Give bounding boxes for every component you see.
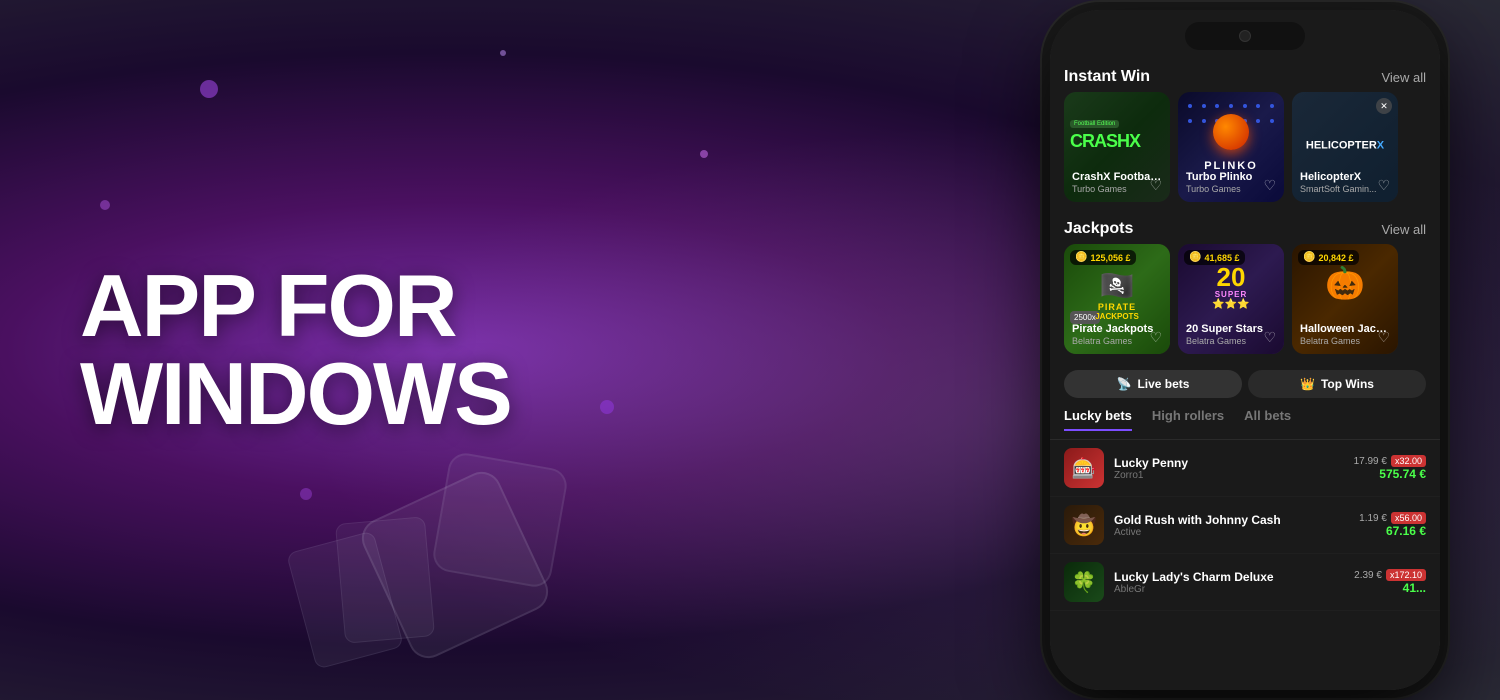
jackpot-cards: 🪙 125,056 £ 🏴‍☠️ PIRATE JACKPOTS 2500x ♡… [1050, 244, 1440, 364]
top-wins-icon: 👑 [1300, 377, 1315, 391]
gold-rush-thumb: 🤠 [1064, 505, 1104, 545]
phone-notch [1185, 22, 1305, 50]
jackpots-header: Jackpots View all [1050, 212, 1440, 244]
halloween-provider: Belatra Games [1300, 336, 1390, 346]
halloween-name: Halloween Jackp... [1300, 323, 1390, 335]
lucky-lady-original: 2.39 € x172.10 [1354, 569, 1426, 581]
superstars-provider: Belatra Games [1186, 336, 1276, 346]
lucky-penny-visual: 🎰 [1064, 448, 1104, 488]
jackpots-title: Jackpots [1064, 220, 1133, 238]
gold-rush-amounts: 1.19 € x56.00 67.16 € [1359, 512, 1426, 538]
instant-win-header: Instant Win View all [1050, 60, 1440, 92]
top-wins-tab[interactable]: 👑 Top Wins [1248, 370, 1426, 398]
gold-rush-player: Active [1114, 527, 1349, 538]
halloween-visual: 🎃 [1292, 264, 1398, 302]
halloween-jackpot-amount: 🪙 20,842 £ [1298, 250, 1359, 265]
gold-rush-original: 1.19 € x56.00 [1359, 512, 1426, 524]
crashx-label: CrashX Football E... Turbo Games [1072, 171, 1162, 194]
lucky-penny-amounts: 17.99 € x32.00 575.74 € [1354, 455, 1426, 481]
live-bets-icon: 📡 [1117, 377, 1132, 391]
gold-rush-win: 67.16 € [1359, 524, 1426, 538]
instant-win-view-all[interactable]: View all [1381, 70, 1426, 85]
pirate-name: Pirate Jackpots [1072, 323, 1162, 335]
lucky-lady-game: Lucky Lady's Charm Deluxe [1114, 570, 1344, 584]
gold-rush-game: Gold Rush with Johnny Cash [1114, 513, 1349, 527]
all-bets-subtab[interactable]: All bets [1244, 408, 1291, 431]
phone-frame: Instant Win View all Football Edition CR… [1050, 10, 1440, 690]
sub-tabs-row: Lucky bets High rollers All bets [1050, 404, 1440, 440]
gold-rush-info: Gold Rush with Johnny Cash Active [1114, 513, 1349, 538]
gold-rush-visual: 🤠 [1064, 505, 1104, 545]
lucky-penny-multiplier: x32.00 [1391, 455, 1426, 467]
helicopterx-text: HELICOPTERX [1306, 140, 1384, 152]
instant-win-cards: Football Edition CRASHX ♡ CrashX Footbal… [1050, 92, 1440, 212]
lucky-lady-win: 41... [1354, 581, 1426, 595]
crashx-logo: CRASHX [1070, 131, 1164, 152]
coin-icon-2: 🪙 [1189, 252, 1201, 263]
bet-row-gold-rush[interactable]: 🤠 Gold Rush with Johnny Cash Active 1.19… [1050, 497, 1440, 554]
phone-mockup: Instant Win View all Football Edition CR… [1050, 10, 1440, 690]
instant-win-title: Instant Win [1064, 68, 1150, 86]
halloween-label: Halloween Jackp... Belatra Games [1300, 323, 1390, 346]
superstars-card[interactable]: 🪙 41,685 £ 20 SUPER ⭐⭐⭐ ♡ 20 Super Stars… [1178, 244, 1284, 354]
lucky-bets-subtab[interactable]: Lucky bets [1064, 408, 1132, 431]
plinko-provider: Turbo Games [1186, 184, 1276, 194]
lucky-lady-multiplier: x172.10 [1386, 569, 1426, 581]
helicopterx-provider: SmartSoft Gamin... [1300, 184, 1390, 194]
crashx-card[interactable]: Football Edition CRASHX ♡ CrashX Footbal… [1064, 92, 1170, 202]
plinko-card[interactable]: PLINKO ♡ Turbo Plinko Turbo Games [1178, 92, 1284, 202]
crashx-badge-area: Football Edition CRASHX [1070, 112, 1164, 152]
helicopterx-label: HelicopterX SmartSoft Gamin... [1300, 171, 1390, 194]
crashx-name: CrashX Football E... [1072, 171, 1162, 183]
lucky-lady-visual: 🍀 [1064, 562, 1104, 602]
halloween-card[interactable]: 🪙 20,842 £ 🎃 ♡ Halloween Jackp... Belatr… [1292, 244, 1398, 354]
pirate-amount: 125,056 £ [1090, 253, 1130, 263]
lucky-penny-win: 575.74 € [1354, 467, 1426, 481]
superstars-amount: 41,685 £ [1204, 253, 1239, 263]
pirate-jackpot-amount: 🪙 125,056 £ [1070, 250, 1136, 265]
helicopterx-close[interactable]: ✕ [1376, 98, 1392, 114]
lucky-penny-original: 17.99 € x32.00 [1354, 455, 1426, 467]
jackpots-view-all[interactable]: View all [1381, 222, 1426, 237]
top-wins-label: Top Wins [1321, 377, 1374, 391]
live-bets-label: Live bets [1137, 377, 1189, 391]
lucky-penny-game: Lucky Penny [1114, 456, 1344, 470]
lucky-lady-player: AbleGr [1114, 584, 1344, 595]
coin-icon: 🪙 [1075, 252, 1087, 263]
bets-tabs-row: 📡 Live bets 👑 Top Wins [1050, 364, 1440, 404]
phone-content: Instant Win View all Football Edition CR… [1050, 10, 1440, 690]
high-rollers-subtab[interactable]: High rollers [1152, 408, 1224, 431]
bet-row-lucky-penny[interactable]: 🎰 Lucky Penny Zorro1 17.99 € x32.00 575.… [1050, 440, 1440, 497]
lucky-penny-info: Lucky Penny Zorro1 [1114, 456, 1344, 481]
crashx-edition-badge: Football Edition [1070, 120, 1119, 128]
pirate-card[interactable]: 🪙 125,056 £ 🏴‍☠️ PIRATE JACKPOTS 2500x ♡… [1064, 244, 1170, 354]
helicopterx-name: HelicopterX [1300, 171, 1390, 183]
helicopterx-card[interactable]: HELICOPTERX ✕ ♡ HelicopterX SmartSoft Ga… [1292, 92, 1398, 202]
halloween-amount: 20,842 £ [1318, 253, 1353, 263]
superstars-visual: 20 SUPER ⭐⭐⭐ [1178, 264, 1284, 310]
hero-title: APP FOR WINDOWS [80, 262, 511, 438]
pirate-label: Pirate Jackpots Belatra Games [1072, 323, 1162, 346]
lucky-lady-info: Lucky Lady's Charm Deluxe AbleGr [1114, 570, 1344, 595]
crashx-provider: Turbo Games [1072, 184, 1162, 194]
superstars-label: 20 Super Stars Belatra Games [1186, 323, 1276, 346]
gold-rush-multiplier: x56.00 [1391, 512, 1426, 524]
pirate-visual: 🏴‍☠️ PIRATE JACKPOTS [1064, 269, 1170, 321]
plinko-label: Turbo Plinko Turbo Games [1186, 171, 1276, 194]
camera-dot [1239, 30, 1251, 42]
phone-screen: Instant Win View all Football Edition CR… [1050, 10, 1440, 690]
superstars-name: 20 Super Stars [1186, 323, 1276, 335]
lucky-lady-amounts: 2.39 € x172.10 41... [1354, 569, 1426, 595]
live-bets-tab[interactable]: 📡 Live bets [1064, 370, 1242, 398]
lucky-penny-thumb: 🎰 [1064, 448, 1104, 488]
bet-row-lucky-lady[interactable]: 🍀 Lucky Lady's Charm Deluxe AbleGr 2.39 … [1050, 554, 1440, 611]
plinko-name: Turbo Plinko [1186, 171, 1276, 183]
coin-icon-3: 🪙 [1303, 252, 1315, 263]
pirate-provider: Belatra Games [1072, 336, 1162, 346]
lucky-penny-player: Zorro1 [1114, 470, 1344, 481]
lucky-lady-thumb: 🍀 [1064, 562, 1104, 602]
